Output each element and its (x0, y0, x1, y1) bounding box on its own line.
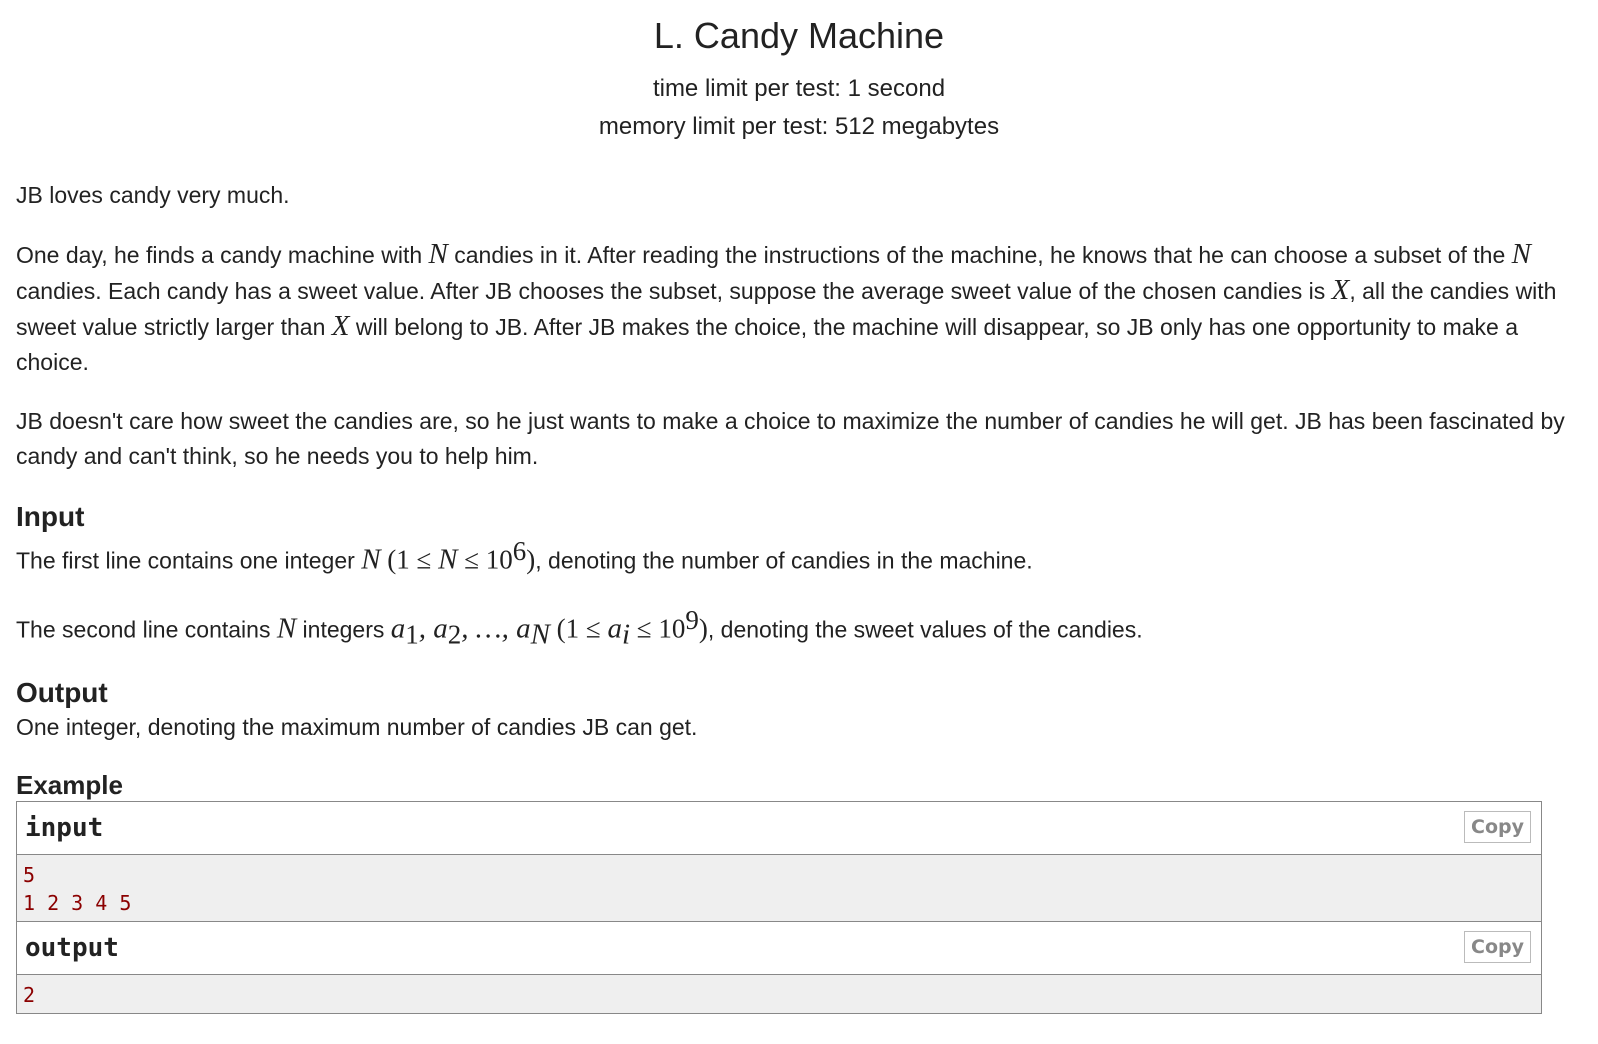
math-subscript: i (621, 617, 631, 650)
math-variable: , a (418, 612, 448, 645)
math-exponent: 9 (685, 604, 699, 635)
math-text: (1 ≤ (549, 613, 608, 644)
example-output-label: output (25, 932, 119, 963)
problem-header: L. Candy Machine time limit per test: 1 … (16, 0, 1582, 146)
math-variable: N (1511, 238, 1531, 270)
math-subscript: N (530, 617, 550, 650)
copy-input-button[interactable]: Copy (1464, 810, 1531, 843)
math-text: ) (526, 544, 536, 575)
example-input-line: 5 (23, 862, 36, 887)
text: The first line contains one integer (16, 547, 362, 574)
input-line-1: The first line contains one integer N (1… (16, 534, 1582, 579)
input-section-title: Input (16, 501, 85, 532)
math-text: ≤ 10 (630, 613, 686, 644)
math-variable: N (428, 238, 448, 270)
math-variable: , …, a (461, 612, 531, 645)
output-description: One integer, denoting the maximum number… (16, 713, 698, 740)
example-input-content[interactable]: 5 1 2 3 4 5 (17, 854, 1541, 921)
statement-paragraph-3: JB doesn't care how sweet the candies ar… (16, 408, 1565, 469)
time-limit: time limit per test: 1 second (652, 75, 946, 102)
example-input-label: input (25, 812, 104, 843)
math-exponent: 6 (512, 536, 527, 566)
math-variable: a (390, 612, 406, 645)
memory-limit: memory limit per test: 512 megabytes (598, 113, 1000, 140)
problem-title: L. Candy Machine (653, 15, 945, 56)
example-output-line: 2 (23, 982, 36, 1007)
example-section: Example input Copy 5 1 2 3 4 5 output Co… (16, 769, 1582, 1014)
example-title: Example (16, 769, 123, 800)
example-input-header: input Copy (17, 801, 1541, 855)
example-output-content[interactable]: 2 (17, 974, 1541, 1013)
math-text: ≤ 10 (457, 544, 513, 575)
math-variable: a (607, 612, 622, 645)
math-variable: N (438, 543, 458, 576)
text: candies in it. After reading the instruc… (447, 242, 1512, 268)
math-text: (1 ≤ (380, 544, 439, 575)
math-variable: N (361, 543, 381, 576)
math-subscript: 2 (447, 618, 462, 649)
example-input-box: input Copy 5 1 2 3 4 5 output Copy 2 (16, 800, 1542, 1014)
text: candies. Each candy has a sweet value. A… (16, 278, 1332, 304)
math-subscript: 1 (405, 618, 419, 649)
output-section-title: Output (16, 676, 108, 708)
example-output-header: output Copy (17, 920, 1541, 975)
math-text: ) (698, 613, 708, 644)
problem-page: L. Candy Machine time limit per test: 1 … (0, 0, 1598, 1014)
text: , denoting the sweet values of the candi… (707, 616, 1143, 643)
text: The second line contains (16, 616, 277, 643)
output-section: Output One integer, denoting the maximum… (16, 676, 1582, 745)
math-variable: X (331, 310, 350, 342)
input-line-2: The second line contains N integers a1, … (16, 603, 1582, 652)
copy-output-button[interactable]: Copy (1464, 930, 1531, 963)
input-section: Input The first line contains one intege… (16, 500, 1582, 652)
text: , denoting the number of candies in the … (535, 547, 1033, 574)
statement-paragraph-1: JB loves candy very much. (16, 182, 290, 208)
statement-paragraph-2: One day, he finds a candy machine with N… (16, 237, 1582, 380)
text: integers (296, 616, 391, 643)
math-variable: N (276, 612, 297, 645)
math-variable: X (1331, 274, 1350, 306)
example-input-line: 1 2 3 4 5 (23, 890, 132, 915)
text: One day, he finds a candy machine with (16, 242, 429, 268)
